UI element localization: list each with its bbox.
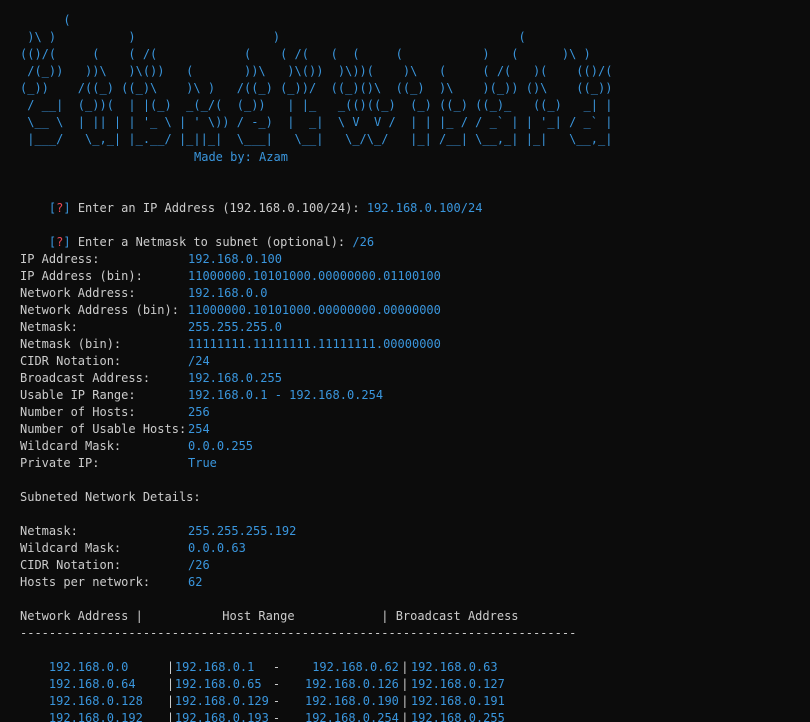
netmask-prompt: [?] Enter a Netmask to subnet (optional)… [20,217,374,249]
subnet-detail-value: 62 [188,575,203,589]
table-header-broadcast: Broadcast Address [388,609,519,623]
subnet-heading: Subneted Network Details: [20,490,201,504]
table-header-network: Network Address [20,609,136,623]
detail-value: 192.168.0.1 - 192.168.0.254 [188,388,384,402]
detail-value: /24 [188,354,210,368]
detail-row: Private IP: True [20,455,217,472]
subnet-detail-row: Wildcard Mask: 0.0.0.63 [20,540,246,557]
subnet-detail-value: 0.0.0.63 [188,541,246,555]
detail-label: Usable IP Range: [20,388,136,402]
detail-row: Usable IP Range: 192.168.0.1 - 192.168.0.… [20,387,383,404]
detail-label: Number of Hosts: [20,405,136,419]
row-separator: | [401,711,409,722]
row-host-end: 192.168.0.254 [304,711,399,722]
detail-value: 11111111.11111111.11111111.00000000 [188,337,441,351]
table-header-separator: | [135,609,143,623]
detail-label: IP Address: [20,252,100,266]
ip-address-input-value[interactable]: 192.168.0.100/24 [367,201,483,215]
detail-row: IP Address: 192.168.0.100 [20,251,282,268]
ascii-banner: ( )\ ) ) ) ( (()/( ( ( /( ( ( /( ( (()… [20,13,613,146]
table-row: 192.168.0.192 |192.168.0.193-192.168.0.25… [20,693,505,722]
table-row: 192.168.0.128 |192.168.0.129-192.168.0.19… [20,676,505,708]
subnet-detail-label: CIDR Notation: [20,558,122,572]
row-host-dash: - [272,711,281,722]
detail-row: Number of Usable Hosts: 254 [20,421,210,438]
netmask-input-value[interactable]: /26 [352,235,374,249]
detail-row: Network Address: 192.168.0.0 [20,285,267,302]
detail-label: Broadcast Address: [20,371,151,385]
detail-label: Netmask: [20,320,78,334]
prompt-text: Enter a Netmask to subnet (optional): [70,235,353,249]
detail-row: Network Address (bin): 11000000.10101000.… [20,302,441,319]
prompt-bracket-close: ] [63,235,71,249]
prompt-text: Enter an IP Address (192.168.0.100/24): [70,201,367,215]
subnet-detail-value: 255.255.255.192 [188,524,297,538]
table-row: 192.168.0.64 |192.168.0.65-192.168.0.126 |… [20,659,505,691]
subnet-detail-label: Netmask: [20,524,78,538]
subnet-detail-row: Netmask: 255.255.255.192 [20,523,296,540]
detail-row: Number of Hosts: 256 [20,404,210,421]
detail-label: Number of Usable Hosts: [20,422,187,436]
detail-label: Netmask (bin): [20,337,122,351]
row-network-address: 192.168.0.192 [48,711,143,722]
author-credit: Made by: Azam [194,150,288,164]
subnet-detail-row: CIDR Notation: /26 [20,557,210,574]
subnet-detail-value: /26 [188,558,210,572]
detail-value: True [188,456,217,470]
detail-value: 255.255.255.0 [188,320,282,334]
detail-row: Wildcard Mask: 0.0.0.255 [20,438,253,455]
detail-value: 11000000.10101000.00000000.01100100 [188,269,441,283]
detail-label: Private IP: [20,456,100,470]
row-separator: | [166,711,175,722]
table-header: Network Address | Host Range | Broadcast… [20,608,519,625]
subnet-detail-label: Hosts per network: [20,575,151,589]
table-row: 192.168.0.0 |192.168.0.1-192.168.0.62 | 192… [20,642,498,674]
ip-address-prompt: [?] Enter an IP Address (192.168.0.100/2… [20,183,483,215]
detail-value: 0.0.0.255 [188,439,254,453]
subnet-detail-row: Hosts per network: 62 [20,574,202,591]
table-header-host-range: Host Range [142,609,382,623]
detail-row: Netmask: 255.255.255.0 [20,319,282,336]
detail-row: CIDR Notation: /24 [20,353,210,370]
table-rule: ----------------------------------------… [20,626,577,640]
row-host-start: 192.168.0.193 [174,711,269,722]
detail-label: Network Address: [20,286,136,300]
terminal-window[interactable]: ( )\ ) ) ) ( (()/( ( ( /( ( ( /( ( (()… [0,0,810,722]
detail-row: Netmask (bin): 11111111.11111111.11111111… [20,336,441,353]
row-broadcast: 192.168.0.255 [410,711,505,722]
prompt-bracket-close: ] [63,201,71,215]
detail-row: Broadcast Address: 192.168.0.255 [20,370,282,387]
detail-label: IP Address (bin): [20,269,143,283]
detail-value: 254 [188,422,210,436]
detail-value: 192.168.0.100 [188,252,282,266]
detail-label: Wildcard Mask: [20,439,122,453]
detail-label: CIDR Notation: [20,354,122,368]
detail-row: IP Address (bin): 11000000.10101000.00000… [20,268,441,285]
detail-value: 192.168.0.0 [188,286,268,300]
detail-value: 192.168.0.255 [188,371,282,385]
detail-label: Network Address (bin): [20,303,179,317]
detail-value: 11000000.10101000.00000000.00000000 [188,303,441,317]
subnet-detail-label: Wildcard Mask: [20,541,122,555]
detail-value: 256 [188,405,210,419]
